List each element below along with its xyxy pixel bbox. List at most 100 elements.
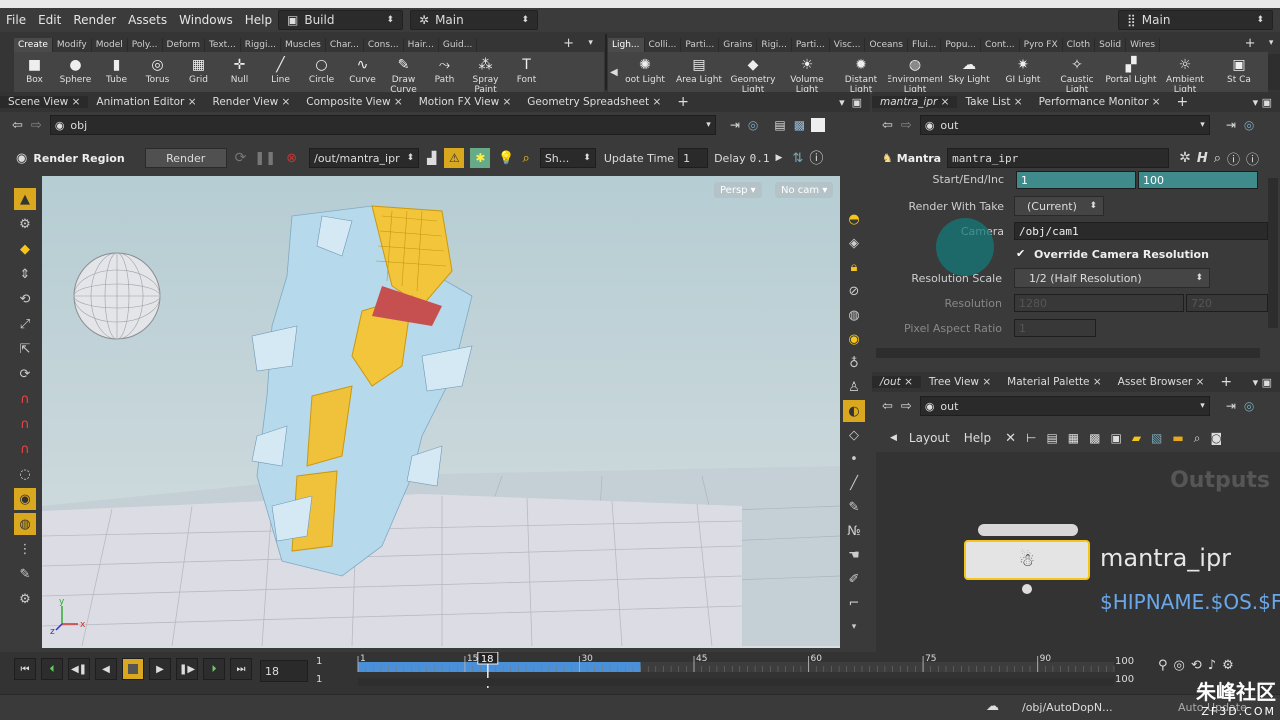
dots-icon[interactable]: ⋮ [14,538,36,560]
tab-geometry-spreadsheet[interactable]: Geometry Spreadsheet × [519,96,669,108]
num-icon[interactable]: № [843,520,865,542]
back-arrow-icon[interactable]: ⇦ [882,399,893,414]
shading-selector[interactable]: Sh... ⬍ [539,148,596,168]
end-frame-field[interactable]: 100 [1138,171,1258,189]
forward-arrow-icon[interactable]: ⇨ [901,118,912,133]
gi-light-tool[interactable]: ✷ GI Light [996,52,1050,85]
snap-grid-icon[interactable]: ∩ [14,438,36,460]
layout-menu[interactable]: Layout [909,431,950,445]
sticky-note-icon[interactable]: ▰ [1132,431,1141,445]
tab-mantra-ipr[interactable]: mantra_ipr × [872,96,958,108]
transform-icon[interactable]: ◆ [14,238,36,260]
shading-icon[interactable]: ◐ [843,400,865,422]
ghost-icon[interactable]: ◈ [843,232,865,254]
pane-menu-icon[interactable]: ▾ ▣ [839,96,862,109]
render-button[interactable]: Render [144,148,227,168]
tab-render-view[interactable]: Render View × [205,96,299,108]
pane-menu-icon[interactable]: ▾ ▣ [1253,96,1272,109]
param-scrollbar[interactable] [1268,178,1278,328]
node-output-connector[interactable] [1022,584,1032,594]
shelf_left-tab-9[interactable]: Cons... [364,38,404,52]
audio-icon[interactable]: ♪ [1208,658,1216,673]
display-options-icon[interactable]: ▤ [774,118,785,132]
knife-icon[interactable]: ✎ [843,496,865,518]
font-tool[interactable]: T Font [506,52,547,85]
add-tab-icon[interactable]: + [1212,374,1240,390]
chevron-down-icon[interactable]: ▾ [588,38,593,48]
status-path[interactable]: /obj/AutoDopN... [1022,701,1113,714]
play-icon[interactable]: ▶ [149,658,171,680]
shelf_right-tab-3[interactable]: Grains [719,38,758,52]
gear-icon[interactable]: ⚙ [14,588,36,610]
add-tab-icon[interactable]: + [669,94,697,110]
scene-path-field[interactable]: ◉ obj ▾ [49,115,716,135]
chevron-down-icon[interactable]: ▾ [843,616,865,638]
edge-icon[interactable]: ╱ [843,472,865,494]
grid-tool[interactable]: ▦ Grid [178,52,219,85]
network-editor[interactable]: Outputs ☃ mantra_ipr $HIPNAME.$OS.$F [876,452,1280,652]
pin-icon[interactable]: ⇥ [730,118,740,132]
link-icon[interactable]: ◎ [748,118,758,132]
plus-icon[interactable]: + [563,36,574,51]
play-reverse-icon[interactable]: ◀ [95,658,117,680]
sphere-tool[interactable]: ● Sphere [55,52,96,85]
move-icon[interactable]: ⇕ [14,263,36,285]
search-icon[interactable]: ⌕ [1194,431,1201,446]
st-ca-tool[interactable]: ▣ St Ca [1212,52,1266,85]
shelf_right-tab-2[interactable]: Parti... [681,38,720,52]
distant-light-tool[interactable]: ✹ Distant Light [834,52,888,95]
shelf_right-tab-12[interactable]: Cloth [1063,38,1096,52]
grid-view-icon[interactable]: ▦ [1068,431,1079,445]
shelf_left-tab-10[interactable]: Hair... [404,38,439,52]
menu-edit[interactable]: Edit [32,13,67,27]
view-icon[interactable]: ◍ [843,304,865,326]
info-icon[interactable]: ⓘ [1227,149,1240,168]
settings-icon[interactable]: ⚙ [1222,658,1234,673]
lightbulb-icon[interactable]: ♁ [843,352,865,374]
tab-motion-fx-view[interactable]: Motion FX View × [411,96,520,108]
pose-icon[interactable]: ⟳ [14,363,36,385]
menu-file[interactable]: File [0,13,32,27]
shelf-scrollbar[interactable] [1268,54,1280,90]
back-arrow-icon[interactable]: ⇦ [12,118,23,133]
lens-icon[interactable]: ◍ [14,513,36,535]
take-dropdown[interactable]: (Current) ⬍ [1014,196,1104,216]
oot-light-tool[interactable]: ✺ oot Light [618,52,672,85]
link-icon[interactable]: ◎ [1244,118,1254,132]
scale-icon[interactable]: ⤢ [14,313,36,335]
shelf_right-tab-7[interactable]: Oceans [865,38,908,52]
draw-curve-tool[interactable]: ✎ Draw Curve [383,52,424,95]
shelf_right-tab-14[interactable]: Wires [1126,38,1161,52]
brush-icon[interactable]: ✎ [14,563,36,585]
node-input-bar[interactable] [978,524,1078,536]
network-box-icon[interactable]: ▣ [1110,431,1121,445]
environment-light-tool[interactable]: ◍ Environment Light [888,52,942,95]
select-tool-icon[interactable]: ▲ [14,188,36,210]
snapshot-icon[interactable]: ▩ [794,118,805,132]
pin-icon[interactable]: ⇥ [1226,118,1236,132]
chevron-down-icon[interactable]: ▾ [1269,38,1274,48]
realtime-icon[interactable]: ◎ [1174,658,1185,673]
area-light-tool[interactable]: ▤ Area Light [672,52,726,85]
tab-out[interactable]: /out × [872,376,921,388]
network-desktop-selector[interactable]: ✲ Main ⬍ [410,10,538,30]
tube-tool[interactable]: ▮ Tube [96,52,137,85]
plus-icon[interactable]: + [1245,36,1256,51]
shelf_right-tab-0[interactable]: Ligh... [608,38,645,52]
cube-icon[interactable]: ◇ [843,424,865,446]
magnet-icon[interactable]: ∩ [14,388,36,410]
light-bulb-icon[interactable]: 💡 [498,151,514,166]
corner-icon[interactable]: ⌐ [843,592,865,614]
pause-icon[interactable]: ❚❚ [254,151,276,166]
box-tool[interactable]: ■ Box [14,52,55,85]
menu-windows[interactable]: Windows [173,13,239,27]
menu-render[interactable]: Render [67,13,122,27]
node-name-label[interactable]: mantra_ipr [1100,544,1231,572]
search-icon[interactable]: ⌕ [1214,151,1221,166]
step-forward-icon[interactable]: ❚▶ [176,658,198,680]
param-path-field[interactable]: ◉ out ▾ [919,115,1210,135]
shelf_right-tab-11[interactable]: Pyro FX [1020,38,1063,52]
maximize-icon[interactable] [811,118,826,132]
refresh-icon[interactable]: ⟳ [235,150,247,166]
param-h-scrollbar[interactable] [876,348,1260,358]
